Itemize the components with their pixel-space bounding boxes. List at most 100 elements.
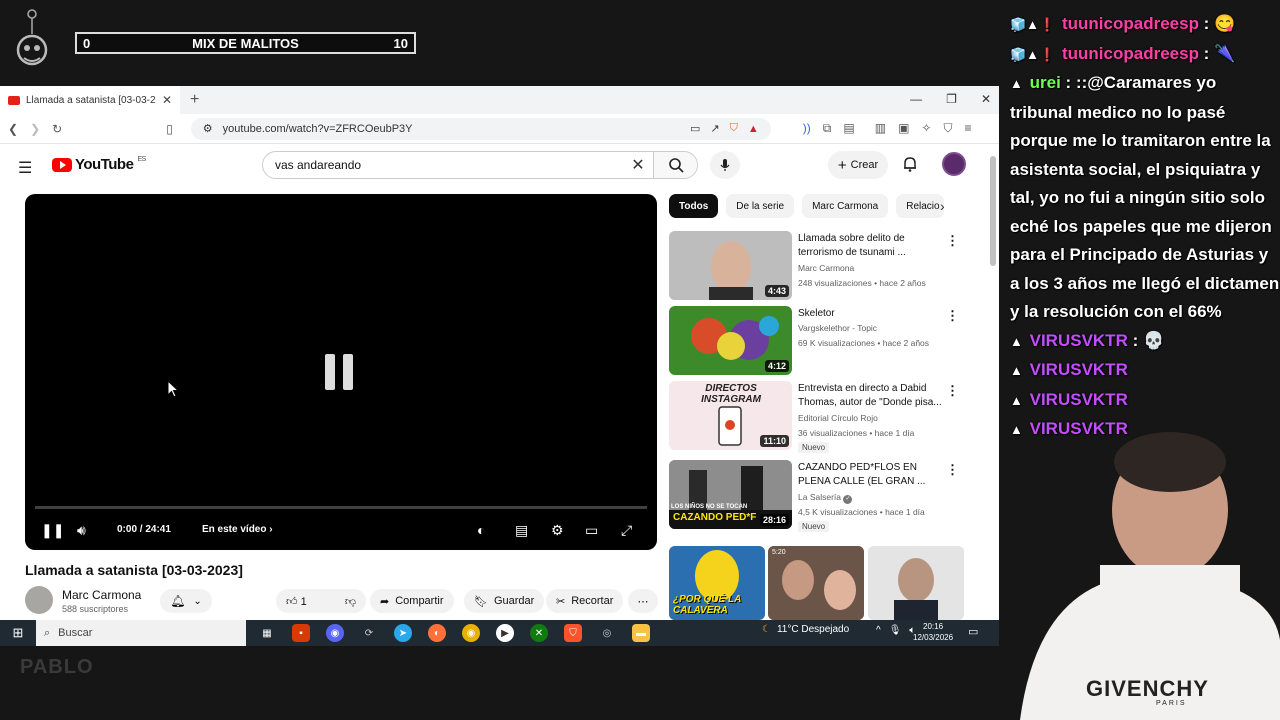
windows-start-icon[interactable]: ⊞ (0, 625, 36, 641)
back-icon[interactable]: ❮ (8, 122, 18, 136)
obs-icon[interactable]: ⟳ (360, 624, 378, 642)
autoplay-toggle-icon[interactable]: ◐ (477, 522, 485, 538)
video-channel[interactable]: Marc Carmona (798, 263, 854, 273)
close-tab-icon[interactable]: ✕ (162, 93, 172, 107)
short-thumbnail[interactable] (868, 546, 964, 620)
channel-name[interactable]: Marc Carmona (62, 588, 141, 602)
tray-mic-icon[interactable]: 🎙︎ (889, 625, 902, 636)
tab-youtube[interactable]: Llamada a satanista [03-03-2023 ✕ (0, 86, 180, 114)
more-options-icon[interactable]: ⋮ (946, 308, 959, 324)
more-options-icon[interactable]: ⋮ (946, 383, 959, 399)
create-button[interactable]: + Crear (828, 151, 888, 179)
site-info-icon[interactable]: ⚙ (203, 122, 213, 135)
brave-rewards-icon[interactable]: ▲ (748, 123, 759, 135)
subtitles-icon[interactable]: ▤ (515, 522, 528, 539)
clear-search-icon[interactable]: ✕ (623, 155, 653, 175)
youtube-logo[interactable]: YouTube ES (52, 156, 146, 173)
video-title[interactable]: Entrevista en directo a Dabid Thomas, au… (798, 382, 948, 410)
forward-icon[interactable]: ❯ (30, 122, 40, 136)
audio-icon[interactable]: )) (803, 121, 811, 136)
more-options-icon[interactable]: ⋮ (946, 462, 959, 478)
more-actions-button[interactable]: ⋯ (628, 589, 658, 613)
list-item[interactable]: LOS NIÑOS NO SE TOCAN CAZANDO PED*F 28:1… (669, 460, 969, 532)
bookmark-icon[interactable]: ▯ (166, 122, 173, 136)
short-thumbnail[interactable]: 5:20 (768, 546, 864, 620)
save-button[interactable]: 🔖︎ Guardar (464, 589, 545, 613)
volume-icon[interactable]: 🔊︎ (77, 522, 86, 539)
vpn-icon[interactable]: ⛉ (943, 121, 952, 136)
video-channel[interactable]: Vargskelethor - Topic (798, 323, 877, 333)
restore-icon[interactable]: ❐ (946, 92, 957, 106)
video-thumbnail[interactable]: 4:12 (669, 306, 792, 375)
video-title[interactable]: Skeletor (798, 307, 948, 321)
taskbar-search[interactable]: ⌕ Buscar (36, 620, 246, 646)
brave-icon[interactable]: ⛉ (564, 624, 582, 642)
settings-gear-icon[interactable]: ⚙ (551, 522, 564, 539)
extensions-icon[interactable]: ⧉ (823, 121, 832, 136)
channel-avatar[interactable] (25, 586, 53, 614)
notifications-icon[interactable]: ▭ (968, 625, 978, 638)
account-avatar[interactable] (942, 152, 966, 176)
chip-marc-carmona[interactable]: Marc Carmona (802, 194, 889, 218)
xbox-icon[interactable]: ✕ (530, 624, 548, 642)
video-title[interactable]: CAZANDO PED*FLOS EN PLENA CALLE (EL GRAN… (798, 461, 948, 489)
video-thumbnail[interactable]: 4:43 (669, 231, 792, 300)
chip-de-la-serie[interactable]: De la serie (726, 194, 795, 218)
firefox-icon[interactable]: ◐ (428, 624, 446, 642)
hamburger-menu-icon[interactable]: ☰ (18, 158, 32, 178)
media-player-icon[interactable]: ▶ (496, 624, 514, 642)
video-title[interactable]: Llamada sobre delito de terrorismo de ts… (798, 232, 948, 260)
tab-search-icon[interactable]: ▤ (843, 121, 854, 136)
tray-chevron-icon[interactable]: ^ (876, 625, 881, 636)
search-button[interactable] (653, 152, 697, 178)
chrome-icon[interactable]: ◉ (462, 624, 480, 642)
video-thumbnail[interactable]: LOS NIÑOS NO SE TOCAN CAZANDO PED*F 28:1… (669, 460, 792, 529)
brave-shield-icon[interactable]: ⛉ (730, 122, 738, 135)
clip-button[interactable]: ✂ Recortar (546, 589, 624, 613)
new-tab-icon[interactable]: + (190, 91, 199, 109)
video-thumbnail[interactable]: DIRECTOS INSTAGRAM 11:10 (669, 381, 792, 450)
file-explorer-icon[interactable]: ▬ (632, 624, 650, 642)
video-channel[interactable]: La Salsería ✓ (798, 492, 853, 504)
dislike-button[interactable]: 👎︎ (345, 595, 356, 608)
share-button[interactable]: ➦ Compartir (370, 589, 454, 613)
ai-icon[interactable]: ✧ (921, 121, 931, 136)
office-icon[interactable]: ▪ (292, 624, 310, 642)
chip-todos[interactable]: Todos (669, 194, 719, 218)
address-bar[interactable]: ⚙ youtube.com/watch?v=ZFRCOeubP3Y ▭ ↗ ⛉ … (190, 117, 771, 140)
chip-relacionados[interactable]: Relacio (896, 194, 945, 218)
task-view-icon[interactable]: ▦ (258, 624, 276, 642)
pause-overlay-icon[interactable] (325, 354, 353, 390)
chapters-button[interactable]: En este vídeo › (202, 524, 273, 535)
video-channel[interactable]: Editorial Círculo Rojo (798, 413, 878, 423)
theater-mode-icon[interactable]: ▭ (585, 522, 598, 539)
pause-button-icon[interactable]: ❚❚ (41, 522, 64, 539)
steam-icon[interactable]: ◎ (598, 624, 616, 642)
video-player[interactable]: ❚❚ 🔊︎ 0:00 / 24:41 En este vídeo › ◐ ▤ ⚙… (25, 194, 657, 550)
minimize-icon[interactable]: — (910, 92, 922, 106)
like-button[interactable]: 👍︎ 1 (286, 595, 307, 608)
fullscreen-icon[interactable]: ⤢ (621, 522, 632, 539)
weather-widget[interactable]: ☾ 11°C Despejado (762, 624, 849, 635)
short-thumbnail[interactable]: ¿POR QUÉ LA CALAVERA (669, 546, 765, 620)
install-icon[interactable]: ▭ (690, 122, 700, 135)
microphone-icon[interactable] (710, 151, 740, 179)
discord-icon[interactable]: ◉ (326, 624, 344, 642)
more-options-icon[interactable]: ⋮ (946, 233, 959, 249)
progress-bar[interactable] (35, 506, 647, 509)
page-scrollbar[interactable] (989, 146, 997, 616)
sidebar-icon[interactable]: ▥ (875, 121, 886, 136)
share-icon[interactable]: ↗ (710, 122, 719, 135)
telegram-icon[interactable]: ➤ (394, 624, 412, 642)
subscription-bell-button[interactable]: 🔔︎ ⌄ (160, 589, 212, 613)
wallet-icon[interactable]: ▣ (898, 121, 909, 136)
chips-next-icon[interactable]: › (940, 198, 945, 214)
list-item[interactable]: 4:12 Skeletor Vargskelethor - Topic 69 K… (669, 306, 969, 376)
notifications-bell-icon[interactable] (902, 156, 918, 177)
list-item[interactable]: 4:43 Llamada sobre delito de terrorismo … (669, 231, 969, 301)
system-clock[interactable]: 20:16 12/03/2026 (913, 621, 953, 643)
reload-icon[interactable]: ↻ (52, 122, 62, 136)
list-item[interactable]: DIRECTOS INSTAGRAM 11:10 Entrevista en d… (669, 381, 969, 453)
close-window-icon[interactable]: ✕ (981, 92, 991, 106)
menu-icon[interactable]: ≡ (964, 121, 971, 136)
